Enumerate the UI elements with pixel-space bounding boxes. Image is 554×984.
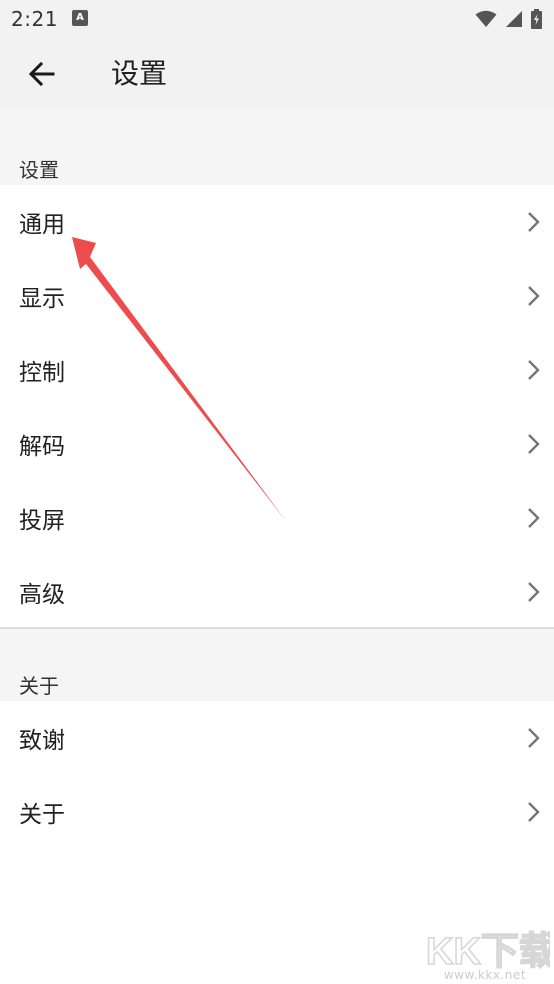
chevron-right-icon (528, 212, 540, 232)
page-title: 设置 (111, 57, 168, 90)
settings-item-label: 解码 (19, 434, 65, 460)
chevron-right-icon (528, 286, 540, 306)
status-bar: 2:21 A (0, 0, 554, 38)
back-button[interactable] (20, 52, 64, 96)
chevron-right-icon (528, 582, 540, 602)
settings-item-label: 控制 (19, 360, 65, 386)
settings-item-label: 通用 (19, 212, 65, 238)
settings-item-label: 致谢 (19, 728, 65, 754)
toolbar: 设置 (0, 38, 554, 110)
watermark-logo-text: KK下载 (426, 931, 550, 973)
section-gap (0, 629, 554, 701)
arrow-left-icon (29, 62, 55, 86)
settings-item-label: 关于 (19, 802, 65, 828)
battery-charging-icon (531, 9, 542, 29)
settings-item-label: 高级 (19, 582, 65, 608)
settings-item-about[interactable]: 关于 (0, 775, 554, 849)
watermark-url: www.kkx.net (443, 968, 526, 982)
status-time: 2:21 (11, 7, 58, 31)
wifi-icon (475, 10, 497, 27)
settings-item-casting[interactable]: 投屏 (0, 481, 554, 555)
settings-item-advanced[interactable]: 高级 (0, 555, 554, 629)
chevron-right-icon (528, 802, 540, 822)
cellular-signal-icon (506, 11, 522, 27)
chevron-right-icon (528, 434, 540, 454)
chevron-right-icon (528, 728, 540, 748)
settings-item-decoding[interactable]: 解码 (0, 407, 554, 481)
notification-app-icon: A (72, 10, 88, 26)
settings-item-label: 显示 (19, 286, 65, 312)
settings-item-acknowledgements[interactable]: 致谢 (0, 701, 554, 775)
settings-item-label: 投屏 (19, 508, 65, 534)
section-gap (0, 110, 554, 185)
settings-item-general[interactable]: 通用 (0, 185, 554, 259)
section-header-about: 关于 (19, 674, 59, 698)
section-header-settings: 设置 (19, 158, 59, 182)
status-icons (475, 8, 542, 30)
settings-item-control[interactable]: 控制 (0, 333, 554, 407)
chevron-right-icon (528, 508, 540, 528)
chevron-right-icon (528, 360, 540, 380)
settings-item-display[interactable]: 显示 (0, 259, 554, 333)
